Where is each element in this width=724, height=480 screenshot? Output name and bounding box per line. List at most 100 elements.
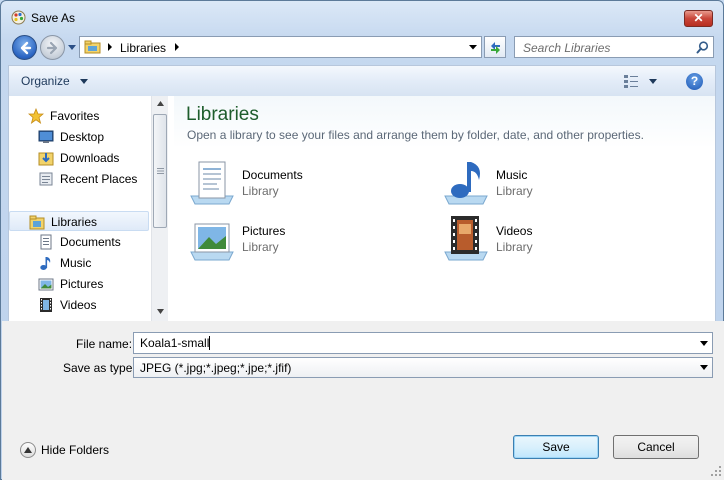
save-type-label: Save as type: [63,361,136,375]
recent-pages-dropdown-icon[interactable] [67,43,77,51]
content-pane: Libraries Open a library to see your fil… [174,96,716,321]
window-title: Save As [31,11,76,25]
star-icon [28,108,44,124]
chevron-down-icon[interactable] [700,341,708,346]
resize-grip-icon[interactable] [710,465,722,477]
help-glyph: ? [690,74,699,88]
grip-icon [157,168,164,174]
nav-label: Desktop [60,130,105,144]
library-tile-documents[interactable]: Documents Library [187,158,427,208]
scroll-thumb[interactable] [153,114,167,228]
nav-label: Recent Places [60,172,138,186]
page-title: Libraries [186,104,259,125]
help-icon[interactable]: ? [686,73,703,90]
documents-icon [40,234,52,250]
save-type-value: JPEG (*.jpg;*.jpeg;*.jpe;*.jfif) [140,361,292,375]
nav-item-desktop[interactable]: Desktop [9,127,149,147]
nav-label: Libraries [51,215,98,229]
arrow-left-icon [20,41,32,55]
refresh-icon [491,42,500,54]
nav-scrollbar[interactable] [151,96,168,321]
libraries-icon [84,40,101,54]
chevron-up-icon [20,442,36,458]
arrow-right-icon [46,41,58,55]
forward-button[interactable] [40,35,65,60]
library-name: Videos [496,224,533,238]
close-icon: ✕ [693,11,704,25]
nav-item-pictures[interactable]: Pictures [9,274,149,294]
search-input[interactable]: Search Libraries [514,36,714,58]
address-dropdown-icon[interactable] [468,44,478,50]
scroll-up-icon[interactable] [157,101,164,106]
paint-app-icon [11,10,26,25]
title-bar: Save As ✕ [1,1,723,31]
nav-item-documents[interactable]: Documents [9,232,149,252]
recent-places-icon [39,172,53,186]
library-tile-videos[interactable]: Videos Library [441,214,681,264]
videos-library-icon [444,216,488,261]
change-view-icon[interactable] [623,73,639,89]
filename-value: Koala1-small [140,336,210,350]
nav-item-favorites[interactable]: Favorites [9,106,149,126]
hide-folders-label: Hide Folders [41,443,110,457]
close-button[interactable]: ✕ [684,10,713,27]
breadcrumb-chevron-icon[interactable] [107,42,113,52]
nav-label: Music [60,256,92,270]
filename-input[interactable]: Koala1-small [133,332,713,354]
documents-library-icon [190,161,234,205]
text-caret [209,336,210,350]
nav-item-downloads[interactable]: Downloads [9,148,149,168]
library-name: Documents [242,168,303,182]
library-kind: Library [496,240,533,254]
nav-label: Downloads [60,151,120,165]
pictures-icon [38,278,54,291]
search-placeholder: Search Libraries [523,41,611,55]
library-kind: Library [242,184,279,198]
nav-item-libraries[interactable]: Libraries [9,211,149,231]
nav-label: Documents [60,235,121,249]
chevron-down-icon[interactable] [80,79,88,84]
pictures-library-icon [190,223,234,261]
save-button-label: Save [542,440,570,454]
save-as-dialog: Save As ✕ Libraries Search Libraries Org… [0,0,724,480]
library-tile-pictures[interactable]: Pictures Library [187,214,427,264]
nav-item-videos[interactable]: Videos [9,295,149,315]
desktop-icon [38,130,54,143]
music-icon [40,257,51,270]
library-kind: Library [242,240,279,254]
library-kind: Library [496,184,533,198]
filename-label: File name: [76,337,133,351]
chevron-down-icon[interactable] [700,365,708,370]
navigation-pane: Favorites Desktop Downloads Recent Place… [8,96,168,321]
nav-item-recent-places[interactable]: Recent Places [9,169,149,189]
library-name: Music [496,168,528,182]
downloads-icon [38,152,54,166]
refresh-button[interactable] [484,36,506,58]
save-options-area: File name: Koala1-small Save as type: JP… [2,321,724,480]
search-icon[interactable] [696,41,709,54]
cancel-button[interactable]: Cancel [613,435,699,459]
back-button[interactable] [12,35,37,60]
views-dropdown-icon[interactable] [649,79,657,84]
videos-icon [40,298,52,312]
save-button[interactable]: Save [513,435,599,459]
content-header: Libraries Open a library to see your fil… [174,96,715,148]
breadcrumb-libraries[interactable]: Libraries [120,41,166,55]
library-tile-music[interactable]: Music Library [441,158,681,208]
command-bar: Organize ? [8,65,716,96]
address-bar[interactable]: Libraries [79,36,482,58]
organize-menu[interactable]: Organize [21,74,70,88]
hide-folders-toggle[interactable]: Hide Folders [20,441,120,459]
nav-label: Videos [60,298,97,312]
nav-label: Favorites [50,109,100,123]
page-subtitle: Open a library to see your files and arr… [187,128,644,142]
save-type-select[interactable]: JPEG (*.jpg;*.jpeg;*.jpe;*.jfif) [133,357,713,378]
libraries-icon [29,215,45,230]
breadcrumb-chevron-icon[interactable] [174,42,180,52]
scroll-down-icon[interactable] [157,309,164,314]
nav-label: Pictures [60,277,104,291]
cancel-button-label: Cancel [637,440,675,454]
nav-item-music[interactable]: Music [9,253,149,273]
music-library-icon [444,162,488,205]
library-name: Pictures [242,224,286,238]
